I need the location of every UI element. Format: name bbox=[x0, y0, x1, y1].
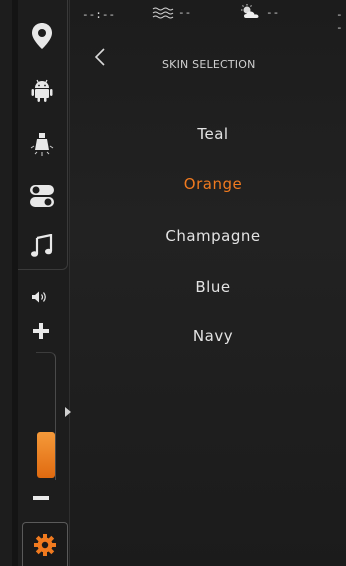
clock: --:-- bbox=[82, 8, 116, 21]
weather-status: -- bbox=[240, 4, 279, 20]
status-bar: --:-- -- -- -- bbox=[70, 0, 346, 34]
wind-status: -- bbox=[152, 6, 191, 19]
weather-value: -- bbox=[266, 5, 280, 19]
status-value-right: -- bbox=[336, 8, 343, 34]
plus-icon bbox=[33, 323, 49, 339]
wind-icon bbox=[152, 7, 174, 18]
screen: --:-- -- -- -- SKIN SELECTION Teal Orang… bbox=[0, 0, 346, 566]
skin-option-blue[interactable]: Blue bbox=[100, 267, 326, 307]
back-button[interactable] bbox=[88, 42, 112, 72]
skin-option-champagne[interactable]: Champagne bbox=[100, 216, 326, 256]
gear-icon bbox=[34, 533, 56, 556]
volume-expand-arrow-icon[interactable] bbox=[64, 406, 72, 418]
partly-cloudy-icon bbox=[241, 4, 259, 18]
sidebar-item-settings-toggles[interactable] bbox=[18, 176, 66, 216]
sidebar bbox=[0, 0, 72, 566]
android-icon bbox=[31, 79, 53, 102]
toggle-switch-icon bbox=[30, 185, 54, 207]
music-note-icon bbox=[31, 234, 53, 257]
sidebar-item-navigation[interactable] bbox=[18, 16, 66, 56]
minus-icon bbox=[33, 496, 49, 500]
wind-value: -- bbox=[178, 6, 192, 19]
volume-up-button[interactable] bbox=[28, 318, 54, 344]
volume-down-button[interactable] bbox=[28, 490, 54, 506]
settings-button[interactable] bbox=[22, 522, 68, 566]
volume-speaker bbox=[26, 287, 54, 307]
sidebar-item-android[interactable] bbox=[18, 70, 66, 110]
map-pin-icon bbox=[32, 23, 52, 49]
sidebar-item-music[interactable] bbox=[18, 226, 66, 266]
skin-option-orange[interactable]: Orange bbox=[100, 164, 326, 204]
skin-option-navy[interactable]: Navy bbox=[100, 316, 326, 356]
light-bulb-icon bbox=[30, 133, 54, 156]
skin-option-teal[interactable]: Teal bbox=[100, 114, 326, 154]
volume-level-fill bbox=[37, 432, 55, 478]
speaker-icon bbox=[32, 291, 46, 303]
sidebar-item-lighting[interactable] bbox=[18, 124, 66, 164]
page-title: SKIN SELECTION bbox=[162, 58, 256, 71]
chevron-left-icon bbox=[94, 48, 105, 66]
